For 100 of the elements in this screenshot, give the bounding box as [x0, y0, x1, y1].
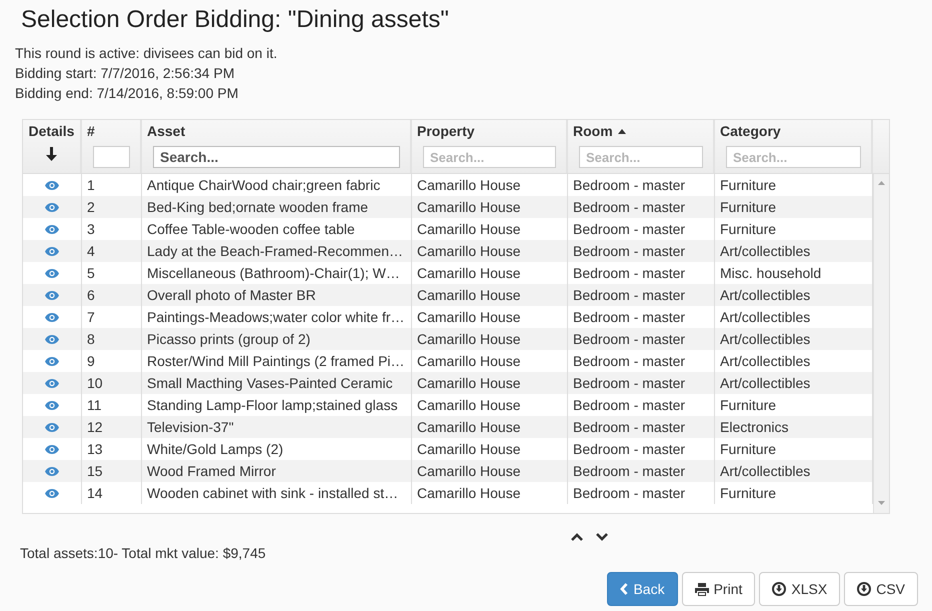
table-cell-text: Camarillo House: [417, 484, 520, 503]
table-cell-text: Art/collectibles: [720, 352, 810, 371]
table-cell-text: Bedroom - master: [573, 330, 686, 349]
table-cell-text: Antique ChairWood chair;green fabric: [147, 176, 380, 195]
table-cell-text: Camarillo House: [417, 176, 520, 195]
table-cell-text: Camarillo House: [417, 462, 520, 481]
table-cell-text: Camarillo House: [417, 374, 520, 393]
table-cell-text: 9: [87, 352, 95, 371]
info-line: Bidding end: 7/14/2016, 8:59:00 PM: [15, 84, 240, 103]
table-cell-text: Bedroom - master: [573, 418, 686, 437]
table-cell-text: Bedroom - master: [573, 242, 686, 261]
table-cell-text: Furniture: [720, 484, 776, 503]
table-cell-text: White/Gold Lamps (2): [147, 440, 284, 459]
table-cell-text: Picasso prints (group of 2): [147, 330, 310, 349]
column-header[interactable]: Property: [417, 122, 475, 140]
table-cell-text: Bedroom - master: [573, 352, 686, 371]
download-icon: [772, 582, 786, 596]
table-cell-text: Bedroom - master: [573, 308, 686, 327]
column-header[interactable]: Category: [720, 122, 781, 140]
table-cell-text: Camarillo House: [417, 330, 520, 349]
table-cell-text: 14: [87, 484, 103, 503]
download-button[interactable]: CSV: [844, 572, 918, 606]
scroll-up-icon[interactable]: [878, 181, 885, 185]
eye-icon[interactable]: [45, 444, 59, 454]
table-cell-text: Camarillo House: [417, 198, 520, 217]
table-cell-text: Camarillo House: [417, 264, 520, 283]
table-cell-text: 1: [87, 176, 95, 195]
eye-icon[interactable]: [45, 290, 59, 300]
eye-icon[interactable]: [45, 400, 59, 410]
search-field[interactable]: Search...: [579, 146, 703, 168]
table-cell-text: 2: [87, 198, 95, 217]
table-cell-text: Art/collectibles: [720, 462, 810, 481]
table-cell-text: Coffee Table-wooden coffee table: [147, 220, 355, 239]
table-cell-text: Bedroom - master: [573, 484, 686, 503]
table-cell-text: 11: [87, 396, 102, 415]
table-cell-text: Camarillo House: [417, 418, 520, 437]
down-arrow-icon[interactable]: [46, 147, 57, 161]
table-cell-text: Art/collectibles: [720, 286, 810, 305]
table-cell-text: Art/collectibles: [720, 308, 810, 327]
chevron-up-icon[interactable]: [571, 533, 583, 541]
table-cell-text: Television-37": [147, 418, 234, 437]
eye-icon[interactable]: [45, 334, 59, 344]
table-cell-text: Lady at the Beach-Framed-Recommen…: [147, 242, 403, 261]
eye-icon[interactable]: [45, 224, 59, 234]
scrollbar[interactable]: [873, 174, 889, 513]
column-header[interactable]: Asset: [147, 122, 186, 140]
eye-icon[interactable]: [45, 356, 59, 366]
table-cell-text: Art/collectibles: [720, 330, 810, 349]
eye-icon[interactable]: [45, 422, 59, 432]
print-button[interactable]: Print: [682, 572, 756, 606]
table-cell-text: 7: [87, 308, 95, 327]
table-cell-text: Furniture: [720, 198, 776, 217]
table-cell-text: Bedroom - master: [573, 286, 686, 305]
eye-icon[interactable]: [45, 180, 59, 190]
table-cell-text: Bedroom - master: [573, 462, 686, 481]
table-cell-text: Electronics: [720, 418, 788, 437]
table-cell-text: Overall photo of Master BR: [147, 286, 316, 305]
table-cell-text: Standing Lamp-Floor lamp;stained glass: [147, 396, 398, 415]
download-button[interactable]: XLSX: [759, 572, 840, 606]
table-cell-text: Miscellaneous (Bathroom)-Chair(1); W…: [147, 264, 400, 283]
table-cell-text: Small Macthing Vases-Painted Ceramic: [147, 374, 393, 393]
chevron-down-icon[interactable]: [596, 533, 608, 541]
column-header[interactable]: Details: [28, 122, 74, 140]
eye-icon[interactable]: [45, 246, 59, 256]
search-field[interactable]: Search...: [153, 146, 400, 168]
info-line: Bidding start: 7/7/2016, 2:56:34 PM: [15, 64, 236, 83]
table-cell-text: Bedroom - master: [573, 198, 686, 217]
table-cell-text: Wooden cabinet with sink - installed st…: [147, 484, 398, 503]
table-cell-text: 6: [87, 286, 95, 305]
column-header[interactable]: #: [87, 122, 95, 140]
eye-icon[interactable]: [45, 312, 59, 322]
back-button[interactable]: Back: [607, 572, 678, 606]
table-cell-text: Camarillo House: [417, 242, 520, 261]
table-cell-text: Camarillo House: [417, 308, 520, 327]
eye-icon[interactable]: [45, 202, 59, 212]
table-cell-text: Art/collectibles: [720, 242, 810, 261]
table-cell-text: 13: [87, 440, 103, 459]
eye-icon[interactable]: [45, 466, 59, 476]
scroll-down-icon[interactable]: [878, 501, 885, 505]
table-cell-text: Camarillo House: [417, 286, 520, 305]
table-cell-text: Bed-King bed;ornate wooden frame: [147, 198, 368, 217]
eye-icon[interactable]: [45, 378, 59, 388]
search-field[interactable]: Search...: [726, 146, 861, 168]
table-cell-text: Furniture: [720, 176, 776, 195]
table-cell-text: Bedroom - master: [573, 440, 686, 459]
eye-icon[interactable]: [45, 488, 59, 498]
chevron-left-icon: [620, 583, 628, 595]
table-cell-text: Bedroom - master: [573, 374, 686, 393]
table-cell-text: Paintings-Meadows;water color white fr…: [147, 308, 405, 327]
table-cell-text: 10: [87, 374, 103, 393]
search-field[interactable]: [93, 146, 130, 168]
table-cell-text: Camarillo House: [417, 220, 520, 239]
table-cell-text: Camarillo House: [417, 396, 520, 415]
table-cell-text: 4: [87, 242, 95, 261]
table-cell-text: 12: [87, 418, 103, 437]
table-cell-text: Bedroom - master: [573, 264, 686, 283]
eye-icon[interactable]: [45, 268, 59, 278]
column-header[interactable]: Room: [573, 122, 613, 140]
page-title: Selection Order Bidding: "Dining assets": [21, 5, 450, 35]
search-field[interactable]: Search...: [423, 146, 556, 168]
